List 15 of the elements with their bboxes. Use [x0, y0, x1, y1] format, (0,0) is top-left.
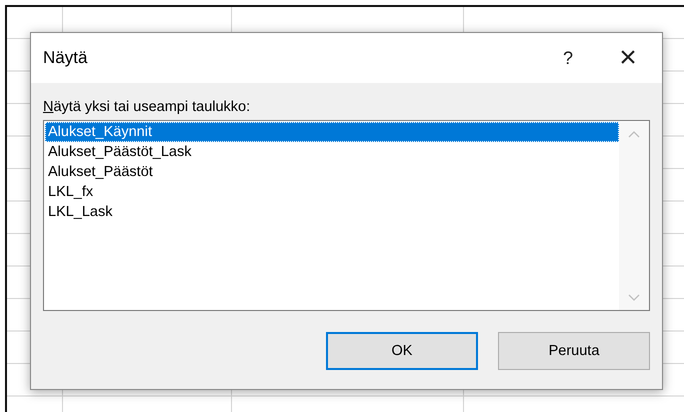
close-button[interactable]: × — [606, 38, 650, 78]
sheet-listbox[interactable]: Alukset_Käynnit Alukset_Päästöt_Lask Alukset_Päästöt LKL_fx LKL_Lask — [43, 120, 650, 311]
list-label: Näytä yksi tai useampi taulukko: — [43, 99, 250, 115]
window-title: Näytä — [43, 48, 88, 68]
sheet-list-item[interactable]: LKL_fx — [45, 182, 619, 202]
help-button[interactable]: ? — [548, 38, 588, 78]
cancel-button[interactable]: Peruuta — [498, 332, 650, 370]
sheet-list-item[interactable]: Alukset_Päästöt — [45, 162, 619, 182]
sheet-list-item[interactable]: LKL_Lask — [45, 202, 619, 222]
scroll-up-icon[interactable] — [628, 130, 640, 138]
sheet-list-item[interactable]: Alukset_Käynnit — [45, 122, 619, 142]
ok-button[interactable]: OK — [326, 332, 478, 370]
sheet-list-item[interactable]: Alukset_Päästöt_Lask — [45, 142, 619, 162]
scroll-bar[interactable] — [619, 122, 649, 310]
scroll-down-icon[interactable] — [628, 294, 640, 302]
